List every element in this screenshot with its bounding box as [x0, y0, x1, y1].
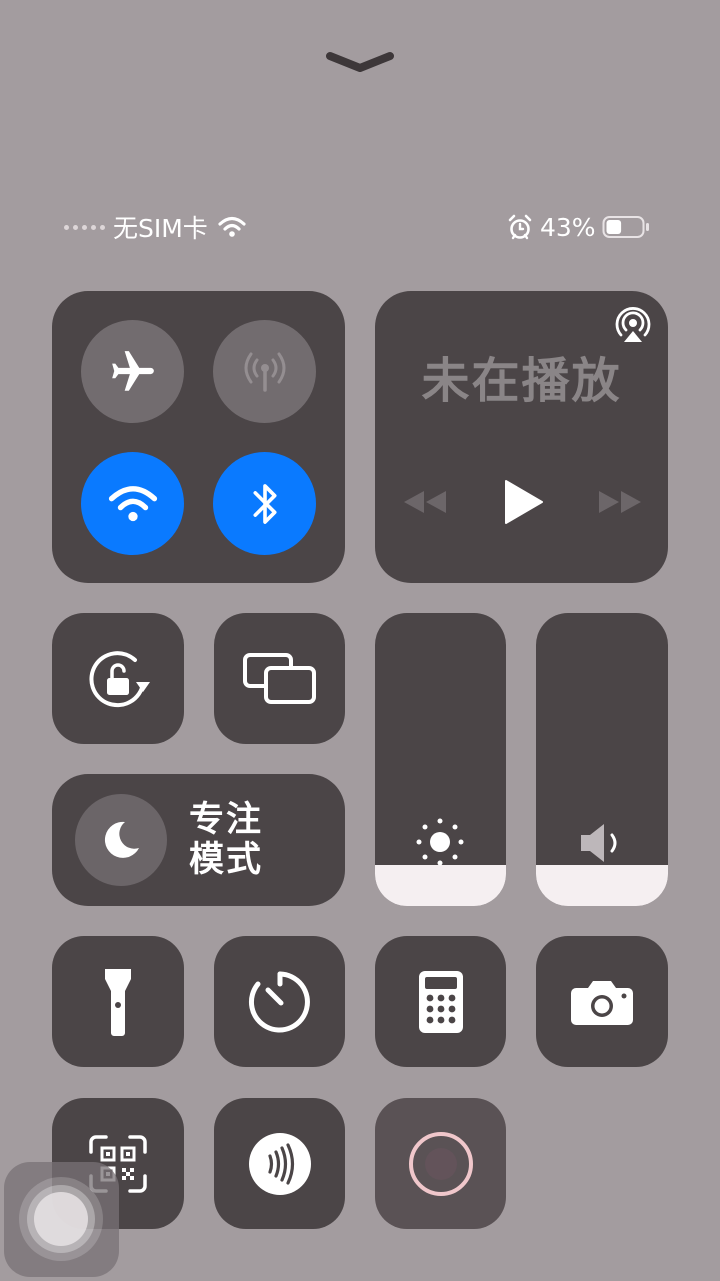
play-button[interactable] [502, 479, 546, 525]
sun-icon [413, 815, 467, 869]
nfc-wallet-icon [248, 1132, 311, 1195]
calculator-icon [418, 970, 463, 1033]
battery-icon [602, 215, 650, 239]
cellular-data-button[interactable] [213, 320, 316, 423]
cellular-antenna-icon [244, 352, 285, 392]
screen-record-button[interactable] [375, 1098, 506, 1229]
focus-label-line2: 模式 [189, 840, 264, 880]
screen-mirroring-button[interactable] [214, 613, 345, 744]
status-right: 43% [508, 209, 650, 245]
brightness-slider[interactable] [375, 613, 506, 906]
wifi-icon [108, 485, 157, 521]
timer-button[interactable] [214, 936, 345, 1067]
airplane-icon [111, 350, 154, 391]
assistive-touch-button[interactable] [4, 1162, 119, 1277]
chevron-down-icon [326, 52, 394, 72]
now-playing-tile[interactable]: 未在播放 [375, 291, 668, 583]
calculator-button[interactable] [375, 936, 506, 1067]
fast-forward-icon [599, 491, 641, 513]
rewind-button[interactable] [402, 487, 450, 517]
assistive-touch-icon [19, 1177, 103, 1261]
now-playing-title: 未在播放 [421, 353, 622, 409]
wifi-icon [218, 216, 246, 238]
flashlight-button[interactable] [52, 936, 184, 1067]
wifi-button[interactable] [81, 452, 184, 555]
brightness-fill [375, 864, 506, 906]
nfc-wallet-button[interactable] [214, 1098, 345, 1229]
bluetooth-button[interactable] [213, 452, 316, 555]
screen-record-icon [408, 1131, 473, 1196]
fast-forward-button[interactable] [595, 487, 643, 517]
connectivity-tile [52, 291, 345, 583]
signal-dots-icon [64, 224, 105, 230]
timer-icon [248, 971, 310, 1032]
dismiss-chevron[interactable] [322, 46, 398, 76]
focus-label-line1: 专注 [189, 800, 264, 840]
airplay-icon [615, 307, 651, 342]
camera-icon [571, 980, 633, 1025]
alarm-icon [508, 214, 532, 240]
rewind-icon [404, 491, 446, 513]
airplane-mode-button[interactable] [81, 320, 184, 423]
screen-mirroring-icon [242, 652, 316, 704]
flashlight-icon [105, 968, 131, 1036]
status-left: 无SIM卡 [64, 209, 246, 245]
airplay-button[interactable] [613, 305, 653, 345]
focus-mode-button[interactable]: 专注 模式 [52, 774, 345, 906]
battery-percent: 43% [540, 212, 596, 242]
orientation-lock-icon [89, 650, 150, 707]
orientation-lock-button[interactable] [52, 613, 184, 744]
moon-icon [104, 821, 139, 858]
focus-label: 专注 模式 [189, 800, 263, 880]
volume-fill [536, 864, 668, 906]
volume-slider[interactable] [536, 613, 668, 906]
carrier-label: 无SIM卡 [113, 214, 208, 243]
speaker-icon [578, 821, 628, 865]
play-icon [505, 480, 543, 524]
bluetooth-icon [252, 483, 277, 524]
camera-button[interactable] [536, 936, 668, 1067]
focus-icon-circle [75, 794, 167, 886]
